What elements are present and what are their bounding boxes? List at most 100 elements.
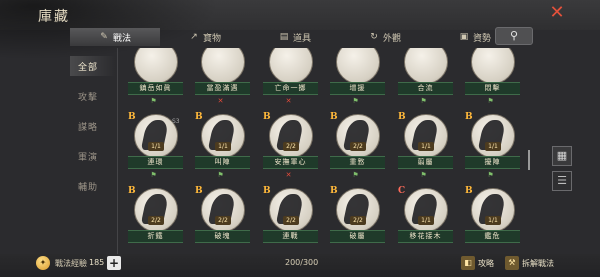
status-blocked-icon: ✕ [285, 171, 292, 179]
skill-card[interactable]: 當盈滿遇 ✕ [195, 48, 250, 106]
status-ok-icon: ⚑ [217, 171, 224, 179]
level-label: 2/2 [215, 216, 231, 225]
skill-card[interactable]: 增援 ⚑ [330, 48, 385, 106]
skill-name: 悶擊 [465, 82, 520, 95]
box-icon: ▣ [459, 32, 469, 42]
skill-card[interactable]: 鎮岳如眞 ⚑ [128, 48, 183, 106]
grid-view-icon[interactable]: ▦ [552, 146, 572, 166]
skill-name: 翦屬 [398, 156, 453, 169]
level-label: 2/2 [350, 142, 366, 151]
bag-icon: ▤ [279, 32, 289, 42]
attack-guide-label: 攻略 [478, 258, 494, 268]
disassemble-button[interactable]: ⚒ 拆解戰法 [505, 255, 554, 271]
grade-label: B [398, 112, 406, 122]
skill-card[interactable]: 合流 ⚑ [398, 48, 453, 106]
filter-drill[interactable]: 軍演 [70, 146, 115, 166]
tab-treasures[interactable]: ↗ 寶物 [160, 28, 250, 46]
grade-label: B [263, 186, 271, 196]
skill-card[interactable]: 悶擊 ⚑ [465, 48, 520, 106]
tab-label: 道具 [292, 33, 311, 44]
level-label: 2/2 [283, 216, 299, 225]
tab-label: 資勢 [472, 33, 491, 44]
skill-card[interactable]: B 2/2 安撫軍心 ✕ [263, 112, 318, 180]
skill-name: 當盈滿遇 [195, 82, 250, 95]
filter-attack[interactable]: 攻擊 [70, 86, 115, 106]
status-ok-icon: ⚑ [420, 97, 427, 105]
scroll-icon: ✎ [100, 32, 108, 42]
skill-card[interactable]: B 2/2 重憝 ⚑ [330, 112, 385, 180]
status-ok-icon: ⚑ [352, 171, 359, 179]
top-header: 庫藏 ✕ [0, 0, 600, 60]
exp-coin-icon: ✦ [36, 256, 50, 270]
status-ok-icon: ⚑ [150, 97, 157, 105]
attack-guide-button[interactable]: ◧ 攻略 [461, 255, 494, 271]
exp-value: 185 [89, 258, 105, 267]
sidebar-divider [117, 48, 118, 258]
search-button[interactable]: ⚲ [495, 27, 533, 45]
grade-label: B [195, 186, 203, 196]
tab-label: 外觀 [382, 33, 401, 44]
grade-label: B [465, 112, 473, 122]
skill-card[interactable]: B 2/2 連戰 [263, 186, 318, 254]
level-label: 1/1 [485, 216, 501, 225]
grade-label: B [330, 112, 338, 122]
skill-card[interactable]: B S3 1/1 連環 ⚑ [128, 112, 183, 180]
level-label: 1/1 [215, 142, 231, 151]
grade-label: B [465, 186, 473, 196]
level-label: 1/1 [148, 142, 164, 151]
close-icon[interactable]: ✕ [548, 4, 566, 22]
level-label: 1/1 [418, 142, 434, 151]
filter-strategy[interactable]: 謀略 [70, 116, 115, 136]
tab-skills[interactable]: ✎ 戰法 [70, 28, 160, 46]
tab-label: 寶物 [202, 33, 221, 44]
exp-label: 戰法經驗 [55, 259, 87, 268]
skill-name: 亡命一擲 [263, 82, 318, 95]
skill-name: 移花接木 [398, 230, 453, 243]
skill-card[interactable]: B 2/2 折鐵 [128, 186, 183, 254]
skill-portrait [201, 48, 245, 84]
status-ok-icon: ⚑ [487, 171, 494, 179]
tab-appearance[interactable]: ↻ 外觀 [340, 28, 430, 46]
skill-name: 鑑危 [465, 230, 520, 243]
season-badge: S3 [172, 118, 180, 125]
book-icon: ◧ [461, 256, 475, 270]
skill-card[interactable]: B 1/1 鑑危 [465, 186, 520, 254]
skill-card[interactable]: B 1/1 擾陣 ⚑ [465, 112, 520, 180]
filter-support[interactable]: 輔助 [70, 176, 115, 196]
skill-name: 合流 [398, 82, 453, 95]
level-label: 2/2 [350, 216, 366, 225]
page-title: 庫藏 [38, 9, 70, 25]
chart-icon: ↗ [190, 32, 198, 42]
level-label: 2/2 [283, 142, 299, 151]
skill-card[interactable]: B 1/1 叫陣 ⚑ [195, 112, 250, 180]
status-ok-icon: ⚑ [150, 171, 157, 179]
level-label: 2/2 [148, 216, 164, 225]
skill-card[interactable]: B 2/2 破塊 [195, 186, 250, 254]
disassemble-label: 拆解戰法 [522, 258, 554, 268]
status-blocked-icon: ✕ [285, 97, 292, 105]
skill-count: 200/300 [285, 258, 319, 267]
status-blocked-icon: ✕ [217, 97, 224, 105]
grade-label: C [398, 186, 406, 196]
skill-card[interactable]: B 2/2 破屬 [330, 186, 385, 254]
skill-name: 安撫軍心 [263, 156, 318, 169]
status-ok-icon: ⚑ [420, 171, 427, 179]
skill-name: 擾陣 [465, 156, 520, 169]
skill-name: 連環 [128, 156, 183, 169]
filter-all[interactable]: 全部 [70, 56, 115, 76]
skill-name: 破屬 [330, 230, 385, 243]
skill-card[interactable]: B 1/1 翦屬 ⚑ [398, 112, 453, 180]
add-exp-button[interactable]: + [107, 256, 121, 270]
level-label: 1/1 [485, 142, 501, 151]
skill-grid: 鎮岳如眞 ⚑ 當盈滿遇 ✕ 亡命一擲 ✕ 增援 ⚑ 合流 ⚑ 悶擊 ⚑ B S3… [124, 48, 526, 254]
skill-name: 破塊 [195, 230, 250, 243]
list-view-icon[interactable]: ☰ [552, 171, 572, 191]
skill-name: 叫陣 [195, 156, 250, 169]
skill-portrait [404, 48, 448, 84]
tab-items[interactable]: ▤ 道具 [250, 28, 340, 46]
grade-label: B [263, 112, 271, 122]
skill-card[interactable]: C 1/1 移花接木 [398, 186, 453, 254]
status-ok-icon: ⚑ [352, 97, 359, 105]
grid-scrollbar[interactable] [528, 150, 530, 170]
skill-card[interactable]: 亡命一擲 ✕ [263, 48, 318, 106]
